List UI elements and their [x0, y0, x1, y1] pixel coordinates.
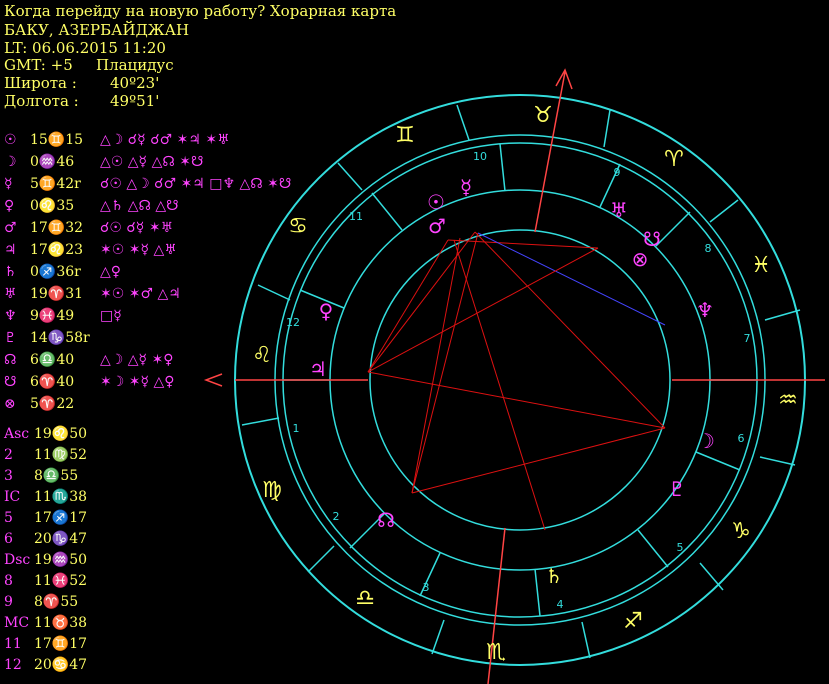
- horary-chart-wheel: ♉♈♓♒♑♐♏♎♍♌♋♊ 123456789101112 ☿☉♂♅☋⊗♆☽♇♄☊…: [203, 68, 825, 684]
- sign-divider: [337, 162, 363, 191]
- cusp-line-11: [371, 192, 403, 231]
- house-number: 12: [286, 316, 300, 329]
- sign-divider: [759, 456, 796, 466]
- house-number: 5: [677, 541, 684, 554]
- zodiac-sign-glyph: ♎: [355, 586, 375, 611]
- sign-divider: [699, 562, 724, 591]
- zodiac-sign-glyph: ♓: [751, 253, 771, 278]
- house-number: 7: [744, 332, 751, 345]
- wheel-planet-glyph: ⊗: [632, 247, 649, 271]
- wheel-planet-glyph: ♂: [428, 214, 446, 238]
- wheel-planet-glyph: ☿: [460, 175, 472, 199]
- cusp-line-10: [499, 143, 506, 192]
- sign-divider: [603, 109, 611, 148]
- wheel-planet-glyph: ♄: [545, 564, 563, 588]
- sign-divider: [709, 199, 739, 223]
- cusp-line-5: [637, 529, 669, 568]
- zodiac-sign-glyph: ♉: [533, 103, 553, 128]
- house-number: 6: [738, 432, 745, 445]
- house-number: 8: [705, 242, 712, 255]
- aspect-line: [367, 239, 449, 373]
- sign-divider: [431, 619, 445, 655]
- sign-divider: [257, 284, 291, 301]
- wheel-planet-glyph: ☉: [427, 190, 445, 214]
- aspect-line: [367, 247, 599, 373]
- aspect-line: [411, 237, 461, 494]
- zodiac-sign-glyph: ♋: [288, 214, 308, 239]
- sign-divider: [581, 621, 591, 659]
- aspect-line: [411, 427, 666, 494]
- zodiac-sign-glyph: ♌: [252, 343, 272, 368]
- chart-axes: [203, 68, 825, 684]
- aspect-ring: [369, 229, 671, 531]
- house-number: 3: [423, 581, 430, 594]
- house-number: 4: [557, 598, 564, 611]
- wheel-planet-glyph: ♃: [309, 357, 327, 381]
- zodiac-sign-glyph: ♒: [778, 388, 798, 413]
- zodiac-sign-glyph: ♑: [731, 519, 751, 544]
- sign-divider: [764, 309, 801, 321]
- zodiac-sign-glyph: ♊: [395, 123, 415, 148]
- sign-dividers: [241, 104, 801, 659]
- wheel-planet-glyph: ♀: [319, 299, 334, 323]
- house-number: 9: [614, 166, 621, 179]
- zodiac-sign-glyph: ♍: [262, 478, 282, 503]
- zodiac-sign-glyph: ♐: [623, 609, 643, 634]
- cusp-line-4: [534, 568, 541, 617]
- wheel-planet-glyph: ♇: [668, 477, 686, 501]
- aspect-line: [367, 371, 666, 429]
- house-number: 1: [293, 422, 300, 435]
- sign-divider: [241, 417, 280, 426]
- wheel-planet-glyph: ☊: [377, 508, 395, 532]
- wheel-planet-glyph: ☽: [697, 429, 715, 453]
- house-number: 10: [473, 150, 487, 163]
- sign-divider: [456, 104, 470, 141]
- cusp-line-8: [655, 211, 691, 247]
- house-number: 11: [349, 210, 363, 223]
- sign-divider: [307, 545, 335, 573]
- zodiac-sign-glyph: ♈: [664, 147, 684, 172]
- ascendant-arrow: [203, 373, 223, 387]
- wheel-planet-glyph: ♅: [610, 198, 628, 222]
- house-number: 2: [333, 510, 340, 523]
- cusp-line-6: [695, 451, 741, 471]
- aspect-line: [367, 231, 476, 373]
- zodiac-sign-glyph: ♏: [486, 640, 506, 665]
- wheel-planet-glyph: ♆: [696, 298, 714, 322]
